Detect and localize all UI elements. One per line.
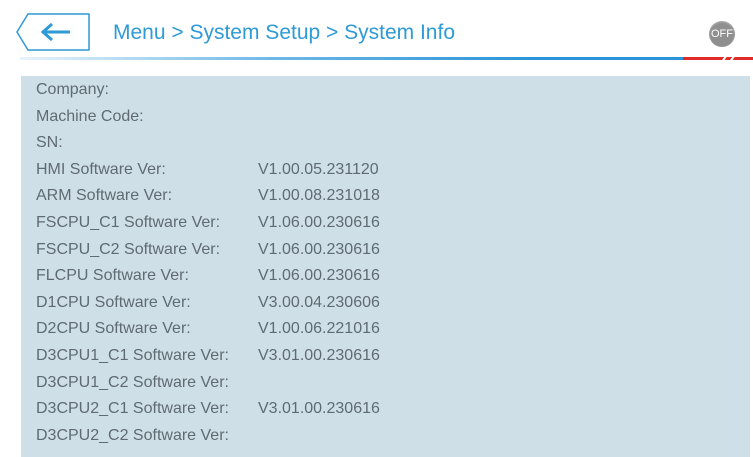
info-label: HMI Software Ver:	[36, 160, 166, 178]
system-info-panel: Company: Machine Code: SN: HMI Software Ver…	[21, 76, 750, 457]
info-label: D2CPU Software Ver:	[36, 320, 191, 338]
info-label: SN:	[36, 134, 63, 152]
info-value: V1.00.05.231120	[258, 160, 379, 178]
alert-mark	[683, 55, 753, 62]
info-label: D1CPU Software Ver:	[36, 293, 191, 311]
info-label: ARM Software Ver:	[36, 187, 173, 205]
info-label: Company:	[36, 81, 109, 98]
header-divider	[20, 57, 753, 60]
info-value: V3.00.04.230606	[258, 293, 380, 311]
info-value: V3.01.00.230616	[258, 400, 380, 418]
info-value: V1.00.06.221016	[258, 320, 380, 338]
info-value: V3.01.00.230616	[258, 347, 380, 364]
info-label: D3CPU2_C1 Software Ver:	[36, 400, 229, 418]
info-label: Machine Code:	[36, 107, 144, 125]
back-button[interactable]	[16, 13, 90, 51]
info-label: FLCPU Software Ver:	[36, 267, 189, 285]
info-label: D3CPU2_C2 Software Ver:	[36, 426, 229, 444]
info-value: V1.06.00.230616	[258, 267, 380, 285]
breadcrumb: Menu > System Setup > System Info	[113, 21, 455, 44]
header-bar: Menu > System Setup > System Info OFF	[0, 0, 753, 66]
info-label: D3CPU1_C2 Software Ver:	[36, 373, 229, 391]
info-label: FSCPU_C2 Software Ver:	[36, 240, 221, 258]
off-button[interactable]: OFF	[709, 21, 735, 47]
info-value: V1.06.00.230616	[258, 240, 380, 258]
info-value: V1.06.00.230616	[258, 214, 380, 231]
info-value: V1.00.08.231018	[258, 187, 380, 205]
info-label: FSCPU_C1 Software Ver:	[36, 214, 221, 231]
info-label: D3CPU1_C1 Software Ver:	[36, 347, 229, 364]
